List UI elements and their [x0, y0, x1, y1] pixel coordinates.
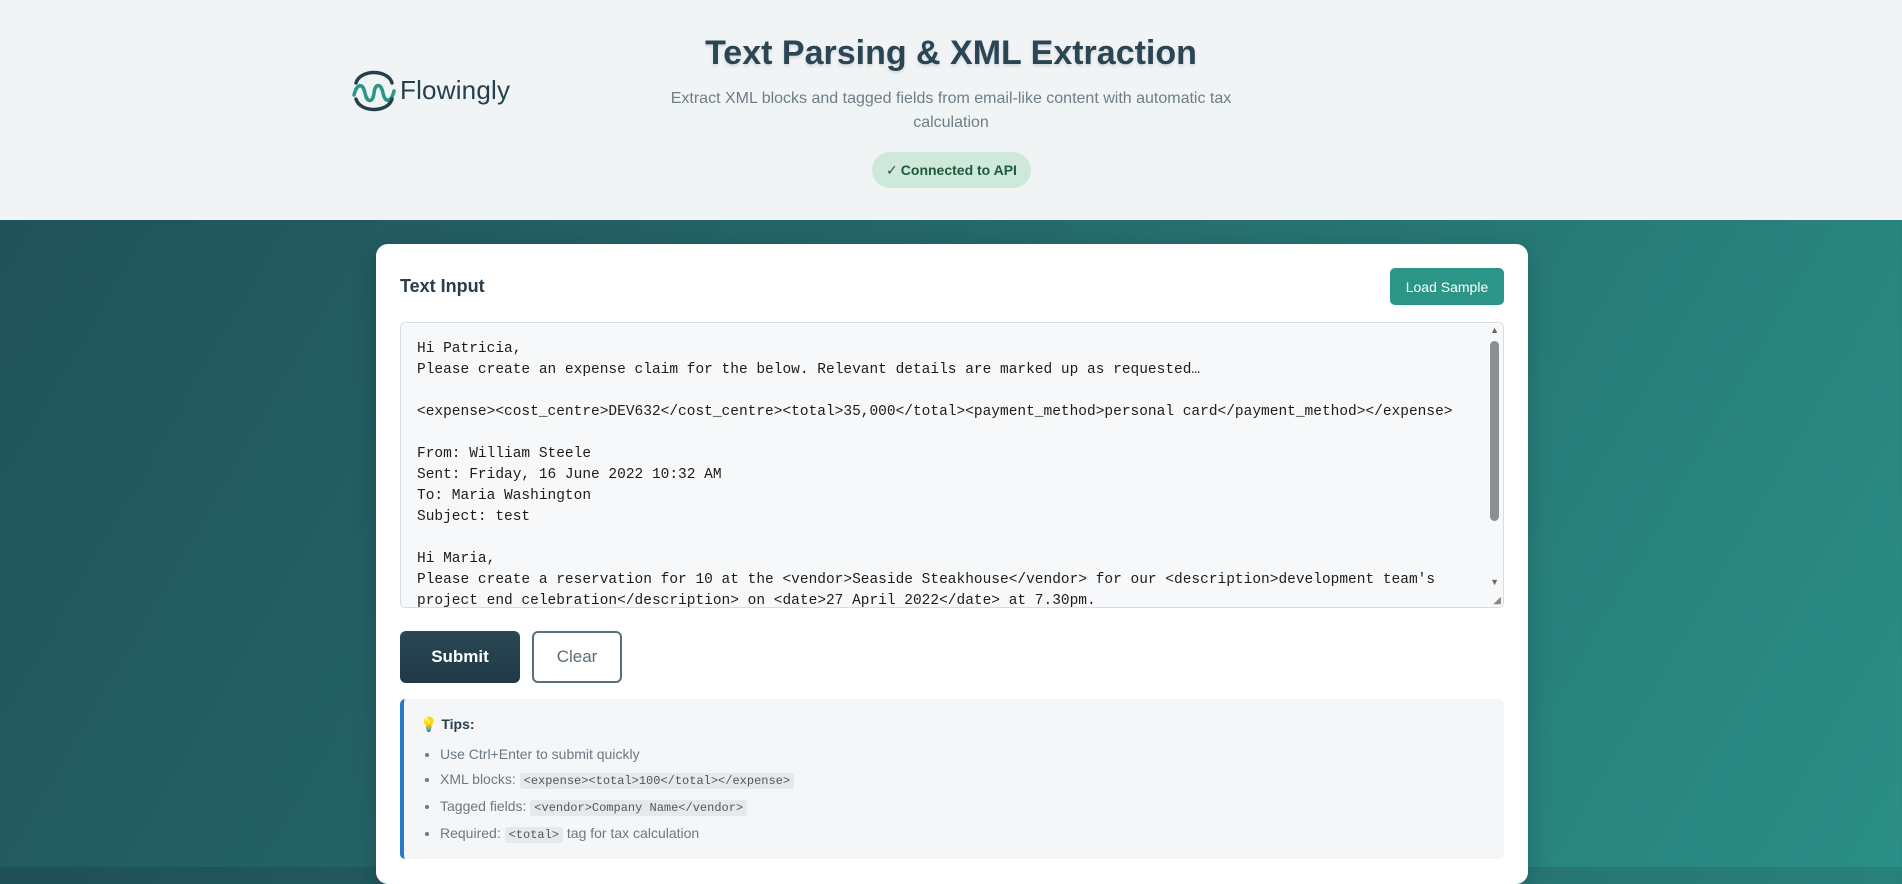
tips-list: Use Ctrl+Enter to submit quickly XML blo…: [420, 742, 795, 848]
tip-item: Tagged fields: <vendor>Company Name</ven…: [440, 794, 794, 821]
api-status-label: Connected to API: [900, 162, 1017, 178]
scroll-up-arrow-icon[interactable]: ▲: [1490, 325, 1499, 335]
tip-code: <total>: [504, 827, 564, 843]
logo-text: Flowingly: [400, 74, 511, 105]
tip-text: Required:: [440, 825, 501, 841]
tip-item: Use Ctrl+Enter to submit quickly: [440, 742, 794, 767]
resize-grip-icon[interactable]: ◢: [1493, 595, 1501, 606]
text-input-value[interactable]: Hi Patricia, Please create an expense cl…: [417, 339, 1481, 607]
text-input-card: Text Input Load Sample Hi Patricia, Plea…: [376, 244, 1528, 884]
page-header: Flowingly Text Parsing & XML Extraction …: [0, 0, 1902, 220]
api-status-badge: ✓ Connected to API: [872, 152, 1031, 188]
tip-item: Required: <total> tag for tax calculatio…: [440, 821, 794, 848]
tip-code: <expense><total>100</total></expense>: [519, 773, 795, 789]
scroll-down-arrow-icon[interactable]: ▼: [1490, 577, 1499, 587]
check-icon: ✓: [886, 161, 898, 178]
load-sample-button[interactable]: Load Sample: [1390, 268, 1504, 305]
tips-panel: 💡 Tips: Use Ctrl+Enter to submit quickly…: [400, 699, 1504, 859]
scrollbar[interactable]: ▲ ▼: [1487, 323, 1503, 607]
text-input-area[interactable]: Hi Patricia, Please create an expense cl…: [400, 322, 1504, 608]
page-subtitle: Extract XML blocks and tagged fields fro…: [670, 90, 1232, 131]
tips-heading: 💡 Tips:: [420, 716, 475, 733]
tip-item: XML blocks: <expense><total>100</total><…: [440, 767, 795, 794]
scrollbar-thumb[interactable]: [1490, 341, 1499, 521]
tip-text: tag for tax calculation: [566, 825, 700, 841]
card-title: Text Input: [400, 276, 485, 296]
tip-code: <vendor>Company Name</vendor>: [530, 800, 748, 816]
tip-text: Tagged fields:: [440, 798, 527, 814]
tips-heading-label: Tips:: [441, 716, 475, 732]
tip-text: Use Ctrl+Enter to submit quickly: [440, 746, 640, 762]
lightbulb-icon: 💡: [420, 716, 438, 732]
submit-button[interactable]: Submit: [400, 631, 520, 683]
clear-button[interactable]: Clear: [532, 631, 622, 683]
page-title: Text Parsing & XML Extraction: [705, 34, 1197, 72]
tip-text: XML blocks:: [440, 771, 516, 787]
